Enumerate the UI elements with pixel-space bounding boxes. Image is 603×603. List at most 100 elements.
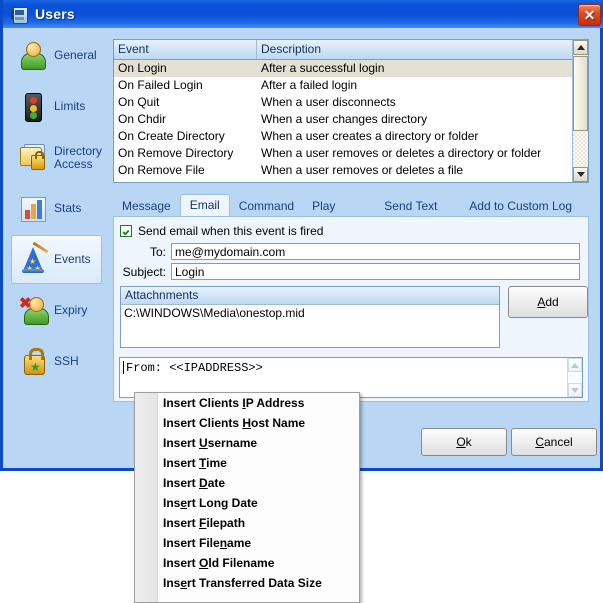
user-delete-icon: ✖ — [18, 295, 49, 327]
ok-label-rest: k — [465, 435, 472, 449]
close-button[interactable]: ✕ — [578, 4, 601, 26]
sidebar-item-ssh[interactable]: ★ SSH — [11, 337, 102, 386]
cell-event: On Quit — [118, 95, 160, 109]
menu-item-text: sername — [207, 436, 258, 450]
menu-item-text: Insert — [163, 476, 200, 490]
menu-item-text: rt Transferred Data Size — [187, 576, 322, 590]
menu-item-text: ime — [206, 456, 227, 470]
menu-item-text: Insert File — [163, 536, 220, 550]
menu-item-text: ate — [207, 476, 226, 490]
sidebar-item-expiry[interactable]: ✖ Expiry — [11, 286, 102, 335]
cell-description: When a user removes or deletes a directo… — [261, 146, 542, 160]
menu-item-text: ost Name — [251, 416, 306, 430]
scroll-up-icon[interactable] — [568, 358, 582, 372]
email-body-scrollbar[interactable] — [567, 358, 582, 397]
attachments-list[interactable]: Attachnments C:\WINDOWS\Media\onestop.mi… — [120, 286, 500, 348]
menu-item-insert-clients-host-name[interactable]: Insert Clients Host Name — [135, 413, 359, 433]
close-icon: ✕ — [583, 7, 596, 23]
table-row[interactable]: On Remove File When a user removes or de… — [114, 162, 588, 179]
scroll-down-icon[interactable] — [568, 383, 582, 397]
menu-item-insert-filepath[interactable]: Insert Filepath — [135, 513, 359, 533]
menu-item-insert-old-filename[interactable]: Insert Old Filename — [135, 553, 359, 573]
menu-item-insert-date[interactable]: Insert Date — [135, 473, 359, 493]
table-row[interactable]: On Chdir When a user changes directory — [114, 111, 588, 128]
send-email-checkbox[interactable]: Send email when this event is fired — [120, 222, 588, 240]
menu-item-text: Insert — [163, 456, 200, 470]
menu-item-text: ld Filename — [208, 556, 275, 570]
column-header-event[interactable]: Event — [114, 40, 257, 59]
cancel-label-rest: ancel — [543, 435, 573, 449]
email-tab-panel: Send email when this event is fired To: … — [113, 216, 589, 402]
send-email-checkbox-label: Send email when this event is fired — [138, 224, 324, 238]
tab-add-to-custom-log-file[interactable]: Add to Custom Log File — [460, 197, 589, 232]
menu-item-text: Ins — [163, 496, 181, 510]
traffic-light-icon — [18, 91, 48, 123]
add-label-rest: dd — [545, 295, 559, 309]
menu-item-insert-time[interactable]: Insert Time — [135, 453, 359, 473]
sidebar-item-events[interactable]: ★ ★ ★ Events — [11, 235, 102, 284]
menu-item-insert-transferred-data-size[interactable]: Insert Transferred Data Size — [135, 573, 359, 593]
user-icon — [18, 40, 48, 72]
sidebar-item-stats[interactable]: Stats — [11, 184, 102, 233]
event-list[interactable]: Event Description On Login After a succe… — [113, 39, 589, 183]
table-row[interactable]: On Failed Login After a failed login — [114, 77, 588, 94]
sidebar-item-label: General — [54, 48, 97, 62]
menu-item-text: ilepath — [206, 516, 246, 530]
cell-event: On Remove Directory — [118, 146, 234, 160]
scrollbar-track[interactable] — [573, 132, 588, 166]
sidebar-item-general[interactable]: General — [11, 31, 102, 80]
table-row[interactable]: On Create Directory When a user creates … — [114, 128, 588, 145]
subject-input[interactable] — [171, 263, 580, 280]
menu-item-text: rt Long Date — [187, 496, 258, 510]
sidebar-item-directory-access[interactable]: Directory Access — [11, 133, 102, 182]
cell-description: When a user removes or deletes a file — [261, 163, 464, 177]
ok-button[interactable]: Ok — [421, 428, 507, 456]
tab-send-text-file[interactable]: Send Text File — [375, 197, 460, 232]
to-input[interactable] — [171, 243, 580, 260]
table-row[interactable]: On Remove Directory When a user removes … — [114, 145, 588, 162]
to-field-row: To: — [120, 243, 588, 260]
tab-email[interactable]: Email — [179, 194, 230, 216]
window-title: Users — [35, 6, 75, 22]
menu-item-accel: U — [199, 436, 208, 450]
wizard-hat-icon: ★ ★ ★ — [18, 241, 49, 276]
column-header-description[interactable]: Description — [257, 40, 588, 59]
subject-field-row: Subject: — [120, 263, 588, 280]
menu-item-insert-long-date[interactable]: Insert Long Date — [135, 493, 359, 513]
scrollbar-thumb[interactable] — [573, 56, 588, 131]
menu-item-accel: O — [199, 556, 209, 570]
tab-message[interactable]: Message — [113, 197, 180, 216]
insert-variable-context-menu[interactable]: Insert Clients IP Address Insert Clients… — [134, 392, 360, 603]
cell-event: On Login — [118, 61, 167, 75]
list-item[interactable]: C:\WINDOWS\Media\onestop.mid — [121, 305, 499, 320]
cell-event: On Create Directory — [118, 129, 225, 143]
event-list-scrollbar[interactable] — [572, 40, 588, 182]
menu-item-insert-filename[interactable]: Insert Filename — [135, 533, 359, 553]
cell-event: On Chdir — [118, 112, 167, 126]
menu-item-text: Insert Clients — [163, 416, 243, 430]
to-label: To: — [149, 244, 166, 259]
scroll-down-icon[interactable] — [573, 167, 588, 182]
tab-play-sound[interactable]: Play Sound — [303, 197, 375, 232]
tab-command[interactable]: Command — [230, 197, 303, 216]
sidebar-item-limits[interactable]: Limits — [11, 82, 102, 131]
menu-item-insert-clients-ip-address[interactable]: Insert Clients IP Address — [135, 393, 359, 413]
table-row[interactable]: On Quit When a user disconnects — [114, 94, 588, 111]
attachments-column-header[interactable]: Attachnments — [121, 287, 499, 305]
cell-event: On Remove File — [118, 163, 205, 177]
bar-chart-icon — [18, 193, 48, 225]
table-row[interactable]: On Login After a successful login — [114, 60, 588, 77]
menu-item-accel: H — [242, 416, 252, 430]
add-attachment-button[interactable]: Add — [508, 286, 588, 318]
cell-description: After a successful login — [261, 61, 385, 75]
cell-description: After a failed login — [261, 78, 358, 92]
cancel-button[interactable]: Cancel — [511, 428, 597, 456]
email-body-text: From: <<IPADDRESS>> — [120, 358, 582, 375]
menu-item-accel: n — [219, 536, 228, 550]
sidebar-item-label: Limits — [54, 99, 86, 113]
ok-accel: O — [456, 435, 466, 449]
scroll-up-icon[interactable] — [573, 40, 588, 55]
menu-item-insert-username[interactable]: Insert Username — [135, 433, 359, 453]
users-window-icon — [11, 6, 28, 24]
menu-item-text: Insert Clients — [163, 396, 243, 410]
